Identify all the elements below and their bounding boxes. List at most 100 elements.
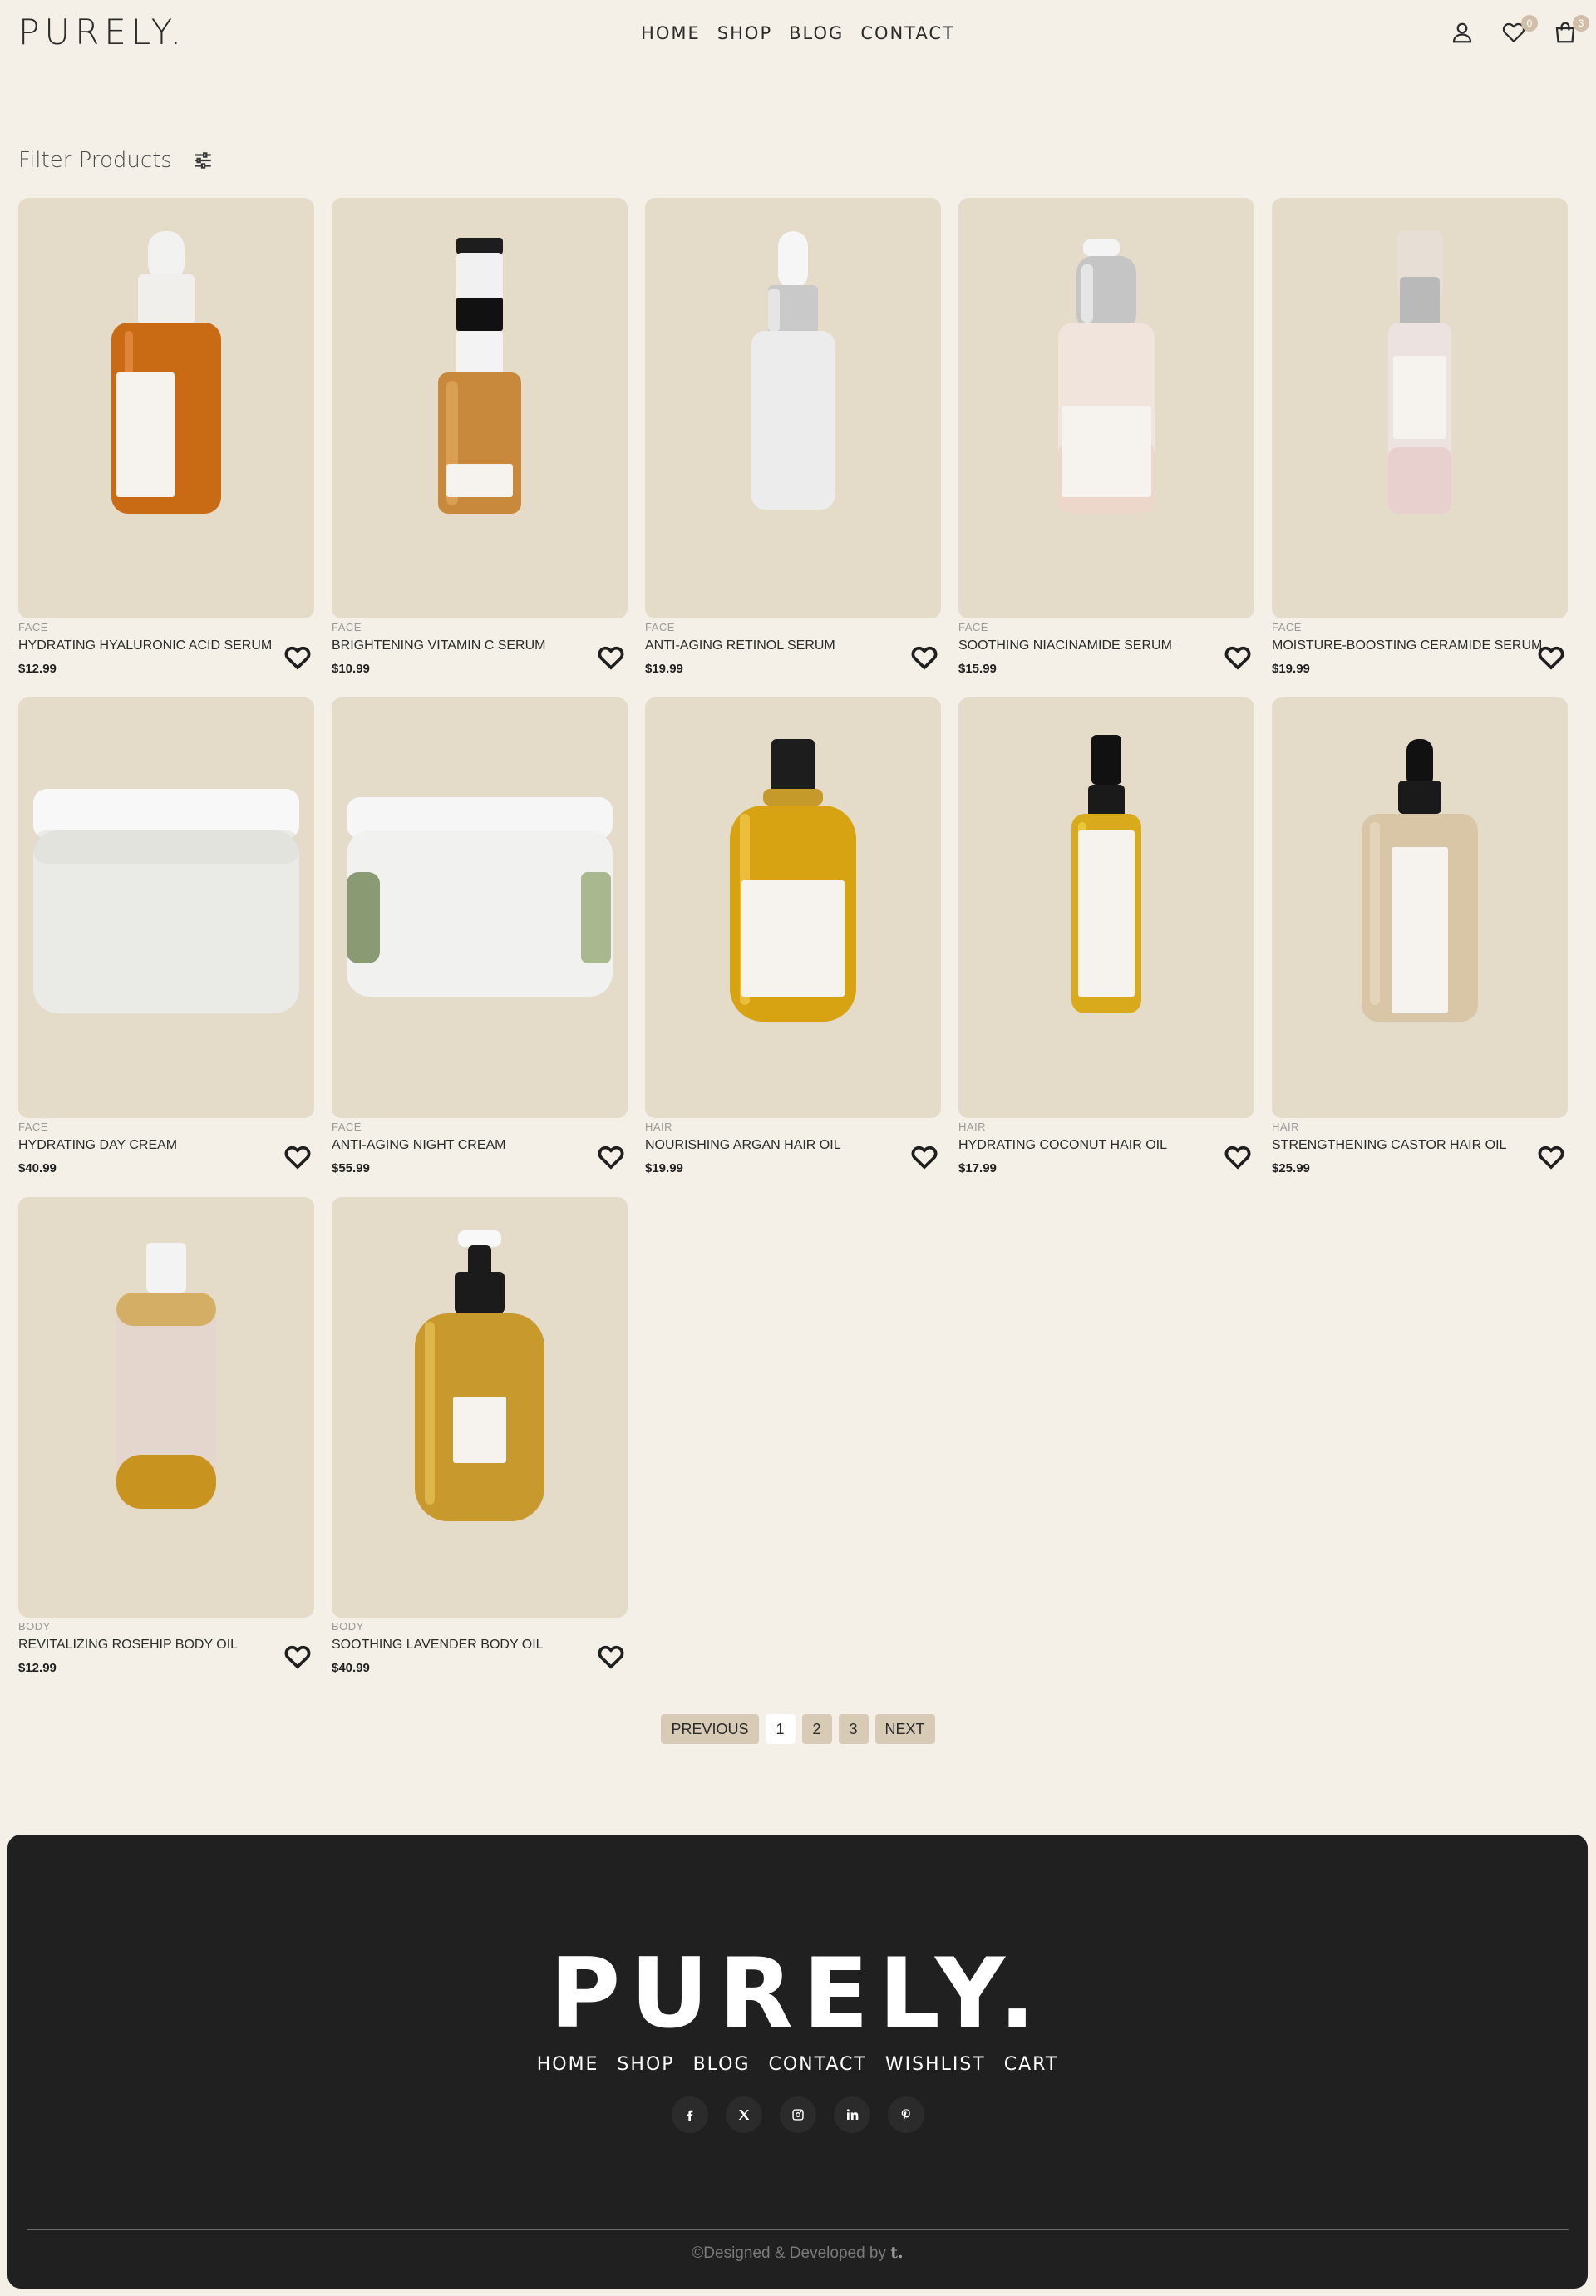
product-name[interactable]: STRENGTHENING CASTOR HAIR OIL xyxy=(1272,1138,1506,1153)
add-to-wishlist-button[interactable] xyxy=(1223,1143,1256,1173)
product-name[interactable]: HYDRATING COCONUT HAIR OIL xyxy=(958,1138,1167,1153)
add-to-wishlist-button[interactable] xyxy=(1536,643,1569,673)
filter-label: Filter Products xyxy=(18,148,172,173)
add-to-wishlist-button[interactable] xyxy=(1536,1143,1569,1173)
next-page-button[interactable]: NEXT xyxy=(874,1714,935,1744)
wishlist-count-badge: 0 xyxy=(1521,15,1538,32)
add-to-wishlist-button[interactable] xyxy=(1223,643,1256,673)
account-button[interactable] xyxy=(1448,18,1476,47)
product-image[interactable] xyxy=(18,697,314,1118)
filter-bar[interactable]: Filter Products xyxy=(18,148,214,173)
product-photo xyxy=(33,789,299,1013)
x-link[interactable] xyxy=(725,2096,762,2133)
add-to-wishlist-button[interactable] xyxy=(596,1643,629,1673)
product-card[interactable]: HAIR NOURISHING ARGAN HAIR OIL $19.99 xyxy=(645,697,941,1197)
heart-icon xyxy=(1538,1146,1564,1170)
previous-page-button[interactable]: PREVIOUS xyxy=(661,1714,759,1744)
product-image[interactable] xyxy=(958,198,1254,618)
nav-shop[interactable]: SHOP xyxy=(717,23,772,43)
add-to-wishlist-button[interactable] xyxy=(909,1143,943,1173)
linkedin-icon xyxy=(846,2109,858,2120)
nav-blog[interactable]: BLOG xyxy=(789,23,844,43)
product-card[interactable]: FACE ANTI-AGING RETINOL SERUM $19.99 xyxy=(645,198,941,697)
product-image[interactable] xyxy=(332,697,628,1118)
heart-icon xyxy=(1538,646,1564,670)
product-card[interactable]: FACE HYDRATING DAY CREAM $40.99 xyxy=(18,697,314,1197)
footer-nav-contact[interactable]: CONTACT xyxy=(769,2054,867,2075)
heart-icon xyxy=(1224,646,1251,670)
user-icon xyxy=(1452,22,1472,43)
page-3-button[interactable]: 3 xyxy=(838,1714,869,1744)
product-card[interactable]: HAIR HYDRATING COCONUT HAIR OIL $17.99 xyxy=(958,697,1254,1197)
product-card[interactable]: FACE ANTI-AGING NIGHT CREAM $55.99 xyxy=(332,697,628,1197)
nav-home[interactable]: HOME xyxy=(641,23,701,43)
footer-nav-wishlist[interactable]: WISHLIST xyxy=(885,2054,986,2075)
product-name[interactable]: MOISTURE-BOOSTING CERAMIDE SERUM xyxy=(1272,638,1542,653)
footer-nav-home[interactable]: HOME xyxy=(537,2054,599,2075)
add-to-wishlist-button[interactable] xyxy=(283,1643,316,1673)
product-price: $55.99 xyxy=(332,1161,370,1175)
heart-icon xyxy=(911,646,938,670)
footer-nav-shop[interactable]: SHOP xyxy=(617,2054,674,2075)
footer-nav: HOME SHOP BLOG CONTACT WISHLIST CART xyxy=(7,2054,1588,2075)
product-photo xyxy=(415,1230,544,1521)
instagram-link[interactable] xyxy=(779,2096,816,2133)
footer-nav-blog[interactable]: BLOG xyxy=(693,2054,751,2075)
product-name[interactable]: SOOTHING NIACINAMIDE SERUM xyxy=(958,638,1172,653)
site-header: PURELY. HOME SHOP BLOG CONTACT 0 3 xyxy=(0,0,1596,71)
footer-logo[interactable]: PURELY. xyxy=(7,1938,1588,2050)
product-category: HAIR xyxy=(645,1121,673,1133)
product-image[interactable] xyxy=(1272,198,1568,618)
developer-logo[interactable]: t. xyxy=(890,2244,903,2262)
product-name[interactable]: HYDRATING HYALURONIC ACID SERUM xyxy=(18,638,272,653)
product-name[interactable]: ANTI-AGING RETINOL SERUM xyxy=(645,638,835,653)
footer-nav-cart[interactable]: CART xyxy=(1004,2054,1059,2075)
pinterest-link[interactable] xyxy=(887,2096,924,2133)
pagination: PREVIOUS 1 2 3 NEXT xyxy=(0,1714,1596,1744)
product-card[interactable]: BODY REVITALIZING ROSEHIP BODY OIL $12.99 xyxy=(18,1197,314,1697)
site-footer: PURELY. HOME SHOP BLOG CONTACT WISHLIST … xyxy=(7,1835,1588,2289)
product-name[interactable]: BRIGHTENING VITAMIN C SERUM xyxy=(332,638,546,653)
product-price: $15.99 xyxy=(958,662,997,676)
product-card[interactable]: FACE MOISTURE-BOOSTING CERAMIDE SERUM $19.… xyxy=(1272,198,1568,697)
product-image[interactable] xyxy=(18,1197,314,1618)
product-name[interactable]: ANTI-AGING NIGHT CREAM xyxy=(332,1138,506,1153)
nav-contact[interactable]: CONTACT xyxy=(860,23,955,43)
product-image[interactable] xyxy=(1272,697,1568,1118)
product-name[interactable]: SOOTHING LAVENDER BODY OIL xyxy=(332,1638,544,1653)
product-card[interactable]: FACE BRIGHTENING VITAMIN C SERUM $10.99 xyxy=(332,198,628,697)
add-to-wishlist-button[interactable] xyxy=(909,643,943,673)
product-image[interactable] xyxy=(958,697,1254,1118)
product-name[interactable]: HYDRATING DAY CREAM xyxy=(18,1138,177,1153)
product-image[interactable] xyxy=(645,198,941,618)
product-category: BODY xyxy=(332,1620,364,1633)
facebook-link[interactable] xyxy=(671,2096,708,2133)
product-card[interactable]: FACE SOOTHING NIACINAMIDE SERUM $15.99 xyxy=(958,198,1254,697)
product-image[interactable] xyxy=(645,697,941,1118)
product-price: $10.99 xyxy=(332,662,370,676)
product-name[interactable]: REVITALIZING ROSEHIP BODY OIL xyxy=(18,1638,238,1653)
product-image[interactable] xyxy=(332,198,628,618)
add-to-wishlist-button[interactable] xyxy=(283,643,316,673)
cart-button[interactable]: 3 xyxy=(1551,15,1589,47)
product-card[interactable]: FACE HYDRATING HYALURONIC ACID SERUM $12.9… xyxy=(18,198,314,697)
product-card[interactable]: BODY SOOTHING LAVENDER BODY OIL $40.99 xyxy=(332,1197,628,1697)
linkedin-link[interactable] xyxy=(833,2096,870,2133)
page-1-button[interactable]: 1 xyxy=(765,1714,796,1744)
add-to-wishlist-button[interactable] xyxy=(596,1143,629,1173)
product-grid: FACE HYDRATING HYALURONIC ACID SERUM $12.9… xyxy=(18,198,1568,1697)
sliders-icon[interactable] xyxy=(192,150,214,171)
product-price: $40.99 xyxy=(18,1161,57,1175)
page-2-button[interactable]: 2 xyxy=(801,1714,832,1744)
product-image[interactable] xyxy=(332,1197,628,1618)
product-image[interactable] xyxy=(18,198,314,618)
product-price: $19.99 xyxy=(1272,662,1310,676)
heart-icon xyxy=(284,1146,311,1170)
credit-text: ©Designed & Developed by xyxy=(692,2244,886,2262)
add-to-wishlist-button[interactable] xyxy=(596,643,629,673)
product-photo xyxy=(111,231,221,514)
product-name[interactable]: NOURISHING ARGAN HAIR OIL xyxy=(645,1138,841,1153)
wishlist-button[interactable]: 0 xyxy=(1500,15,1538,47)
product-card[interactable]: HAIR STRENGTHENING CASTOR HAIR OIL $25.99 xyxy=(1272,697,1568,1197)
add-to-wishlist-button[interactable] xyxy=(283,1143,316,1173)
